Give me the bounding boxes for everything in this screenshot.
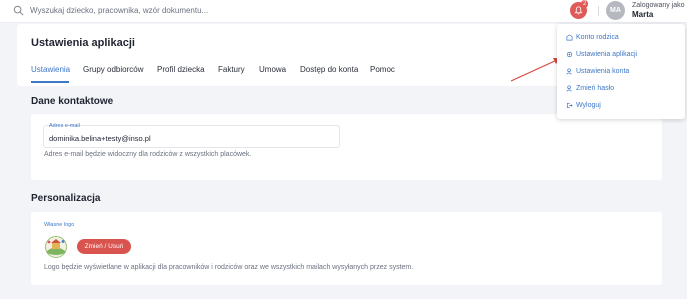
menu-item-label: Ustawienia aplikacji: [576, 51, 638, 58]
page-title: Ustawienia aplikacji: [31, 37, 135, 49]
topbar-divider: [598, 6, 599, 16]
tab-profil-dziecka[interactable]: Profil dziecka: [157, 65, 205, 74]
user-menu-dropdown: Konto rodzica Ustawienia aplikacji Ustaw…: [557, 24, 685, 119]
logout-icon: [566, 102, 573, 109]
search-icon: [13, 5, 24, 16]
menu-item-label: Wyloguj: [576, 102, 601, 109]
menu-item-wyloguj[interactable]: Wyloguj: [566, 100, 601, 111]
personalization-section-title: Personalizacja: [31, 193, 101, 204]
custom-logo-image: [45, 236, 67, 258]
gear-icon: [566, 51, 573, 58]
logo-label: Własne logo: [44, 222, 75, 228]
logo-help-text: Logo będzie wyświetlane w aplikacji dla …: [44, 264, 414, 271]
email-value[interactable]: dominika.belina+testy@inso.pl: [49, 134, 151, 143]
search-input[interactable]: [30, 3, 360, 18]
active-tab-indicator: [31, 81, 69, 83]
change-remove-logo-button[interactable]: Zmień / Usuń: [77, 239, 131, 254]
user-settings-icon: [566, 68, 572, 75]
tab-pomoc[interactable]: Pomoc: [370, 65, 395, 74]
avatar[interactable]: MA: [606, 1, 625, 20]
menu-item-zmien-haslo[interactable]: Zmień hasło: [566, 83, 614, 94]
top-bar: 2 MA Zalogowany jako Marta: [0, 0, 687, 23]
menu-item-ustawienia-konta[interactable]: Ustawienia konta: [566, 66, 629, 77]
menu-item-ustawienia-aplikacji[interactable]: Ustawienia aplikacji: [566, 49, 637, 60]
user-key-icon: [566, 85, 572, 92]
tab-umowa[interactable]: Umowa: [259, 65, 286, 74]
menu-item-label: Konto rodzica: [576, 34, 619, 41]
tab-grupy-odbiorcow[interactable]: Grupy odbiorców: [83, 65, 143, 74]
notification-badge: 2: [581, 0, 589, 8]
parent-account-icon: [566, 34, 573, 41]
menu-item-label: Zmień hasło: [576, 85, 615, 92]
logged-in-label: Zalogowany jako: [632, 2, 685, 9]
user-name[interactable]: Marta: [632, 10, 653, 19]
tab-faktury[interactable]: Faktury: [218, 65, 245, 74]
contact-section-title: Dane kontaktowe: [31, 96, 114, 107]
email-help-text: Adres e-mail będzie widoczny dla rodzicó…: [44, 151, 252, 158]
email-label: Adres e-mail: [49, 123, 80, 129]
menu-item-konto-rodzica[interactable]: Konto rodzica: [566, 32, 619, 43]
menu-item-label: Ustawienia konta: [576, 68, 630, 75]
tab-ustawienia[interactable]: Ustawienia: [31, 65, 70, 74]
tab-dostep-do-konta[interactable]: Dostęp do konta: [300, 65, 358, 74]
